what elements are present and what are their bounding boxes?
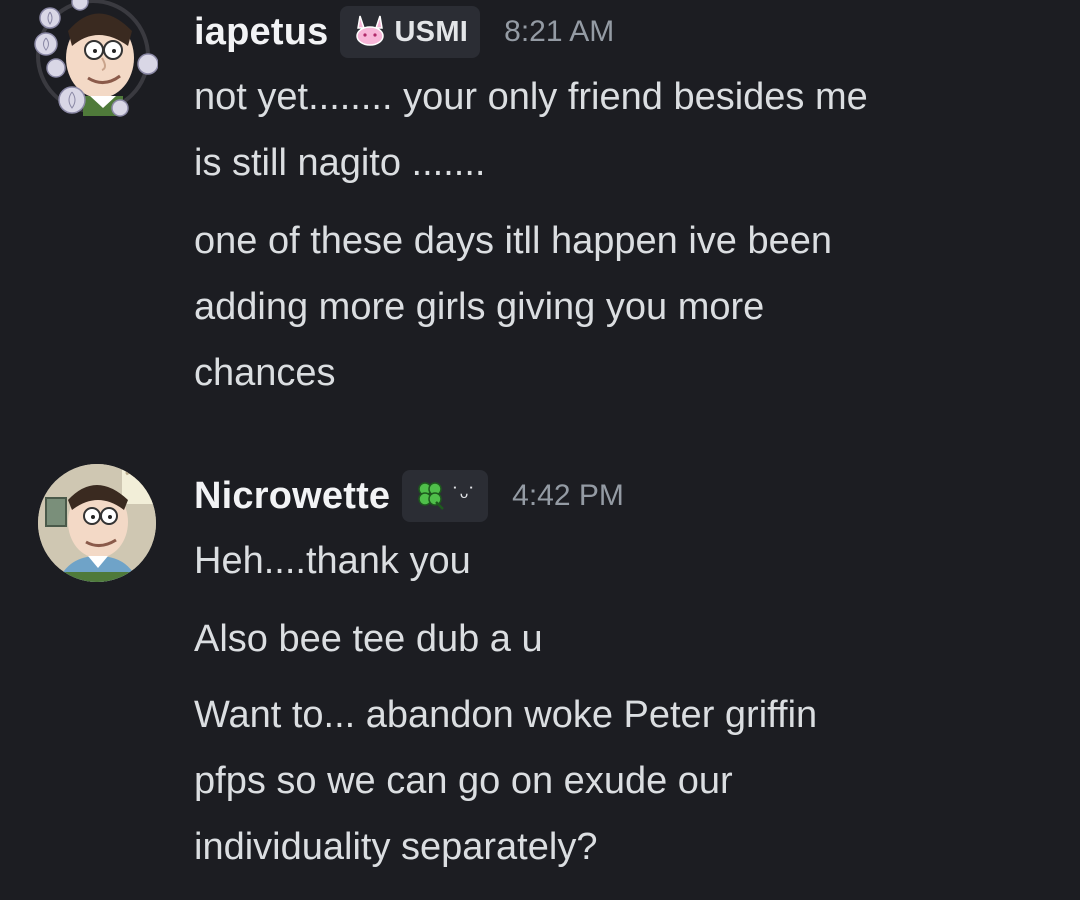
server-tag[interactable]: ˙ᵕ˙ xyxy=(402,470,489,522)
username[interactable]: iapetus xyxy=(194,11,328,54)
message-line: Heh....thank you xyxy=(194,540,471,582)
avatar[interactable] xyxy=(38,464,156,582)
server-tag[interactable]: USMI xyxy=(340,6,481,58)
message-line: individuality separately? xyxy=(194,826,598,868)
tag-label: ˙ᵕ˙ xyxy=(452,483,477,508)
message-line: Want to... abandon woke Peter griffin xyxy=(194,694,818,736)
timestamp: 8:21 AM xyxy=(504,15,615,48)
message-line: pfps so we can go on exude our xyxy=(194,760,733,802)
tag-label: USMI xyxy=(394,15,469,48)
avatar[interactable] xyxy=(28,0,159,126)
username[interactable]: Nicrowette xyxy=(194,475,390,518)
message-line: is still nagito ....... xyxy=(194,142,486,184)
chat-log: iapetus USMI 8:21 AM not yet........ you… xyxy=(0,0,1080,900)
message-line: one of these days itll happen ive been xyxy=(194,220,833,262)
timestamp: 4:42 PM xyxy=(512,479,624,512)
message-header: iapetus USMI 8:21 AM xyxy=(194,6,614,58)
bunny-icon xyxy=(352,14,388,51)
message-line: Also bee tee dub a u xyxy=(194,618,543,660)
message-line: not yet........ your only friend besides… xyxy=(194,76,868,118)
message-line: adding more girls giving you more xyxy=(194,286,765,328)
clover-icon xyxy=(414,478,446,515)
message-line: chances xyxy=(194,352,336,394)
message-header: Nicrowette ˙ᵕ˙ 4:42 PM xyxy=(194,470,624,522)
